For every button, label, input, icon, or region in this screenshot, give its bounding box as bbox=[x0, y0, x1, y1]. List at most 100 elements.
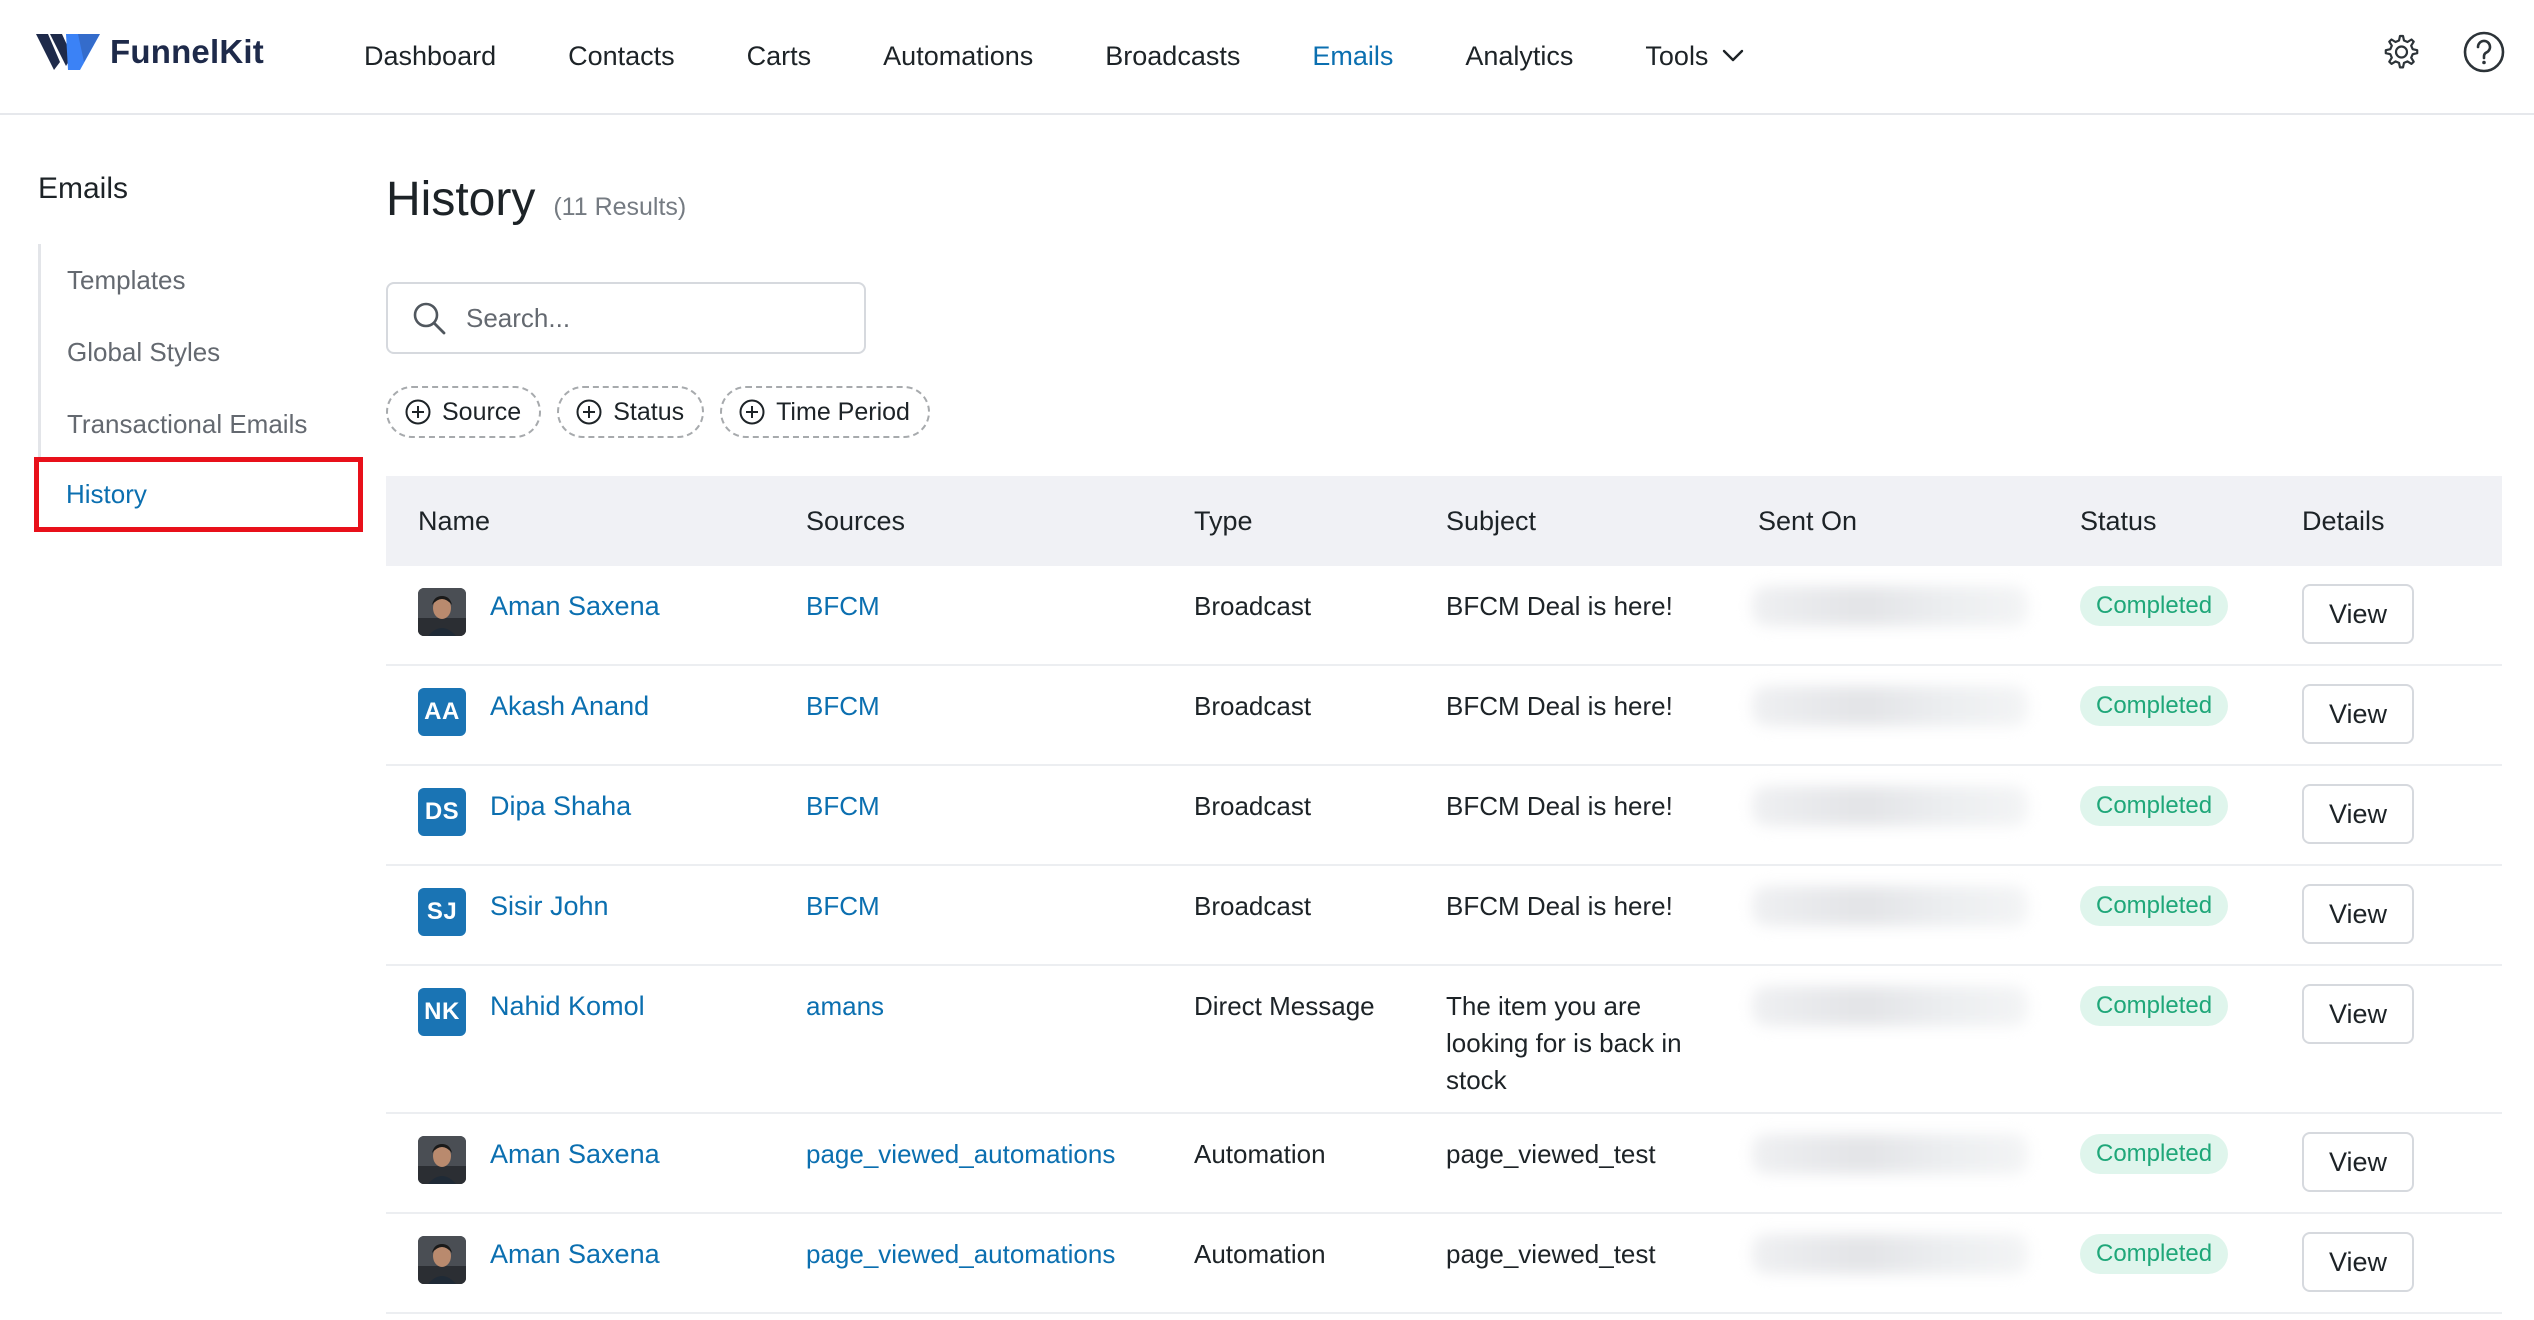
source-link[interactable]: page_viewed_automations bbox=[806, 1214, 1194, 1273]
filter-chips: Source Status Time Period bbox=[386, 386, 930, 438]
table-row: DS Dipa Shaha BFCM Broadcast BFCM Deal i… bbox=[386, 766, 2502, 866]
type-cell: Broadcast bbox=[1194, 591, 1312, 621]
status-badge: Completed bbox=[2080, 586, 2229, 626]
sent-on-redacted bbox=[1752, 686, 2028, 726]
column-header-status[interactable]: Status bbox=[2080, 506, 2302, 537]
status-badge: Completed bbox=[2080, 986, 2229, 1026]
sent-on-redacted bbox=[1752, 886, 2028, 926]
table-row: Aman Saxena page_viewed_automations Auto… bbox=[386, 1214, 2502, 1314]
status-badge: Completed bbox=[2080, 1234, 2229, 1274]
plus-circle-icon bbox=[739, 399, 765, 425]
page-header: History (11 Results) bbox=[386, 172, 686, 227]
filter-source[interactable]: Source bbox=[386, 386, 542, 438]
sent-on-redacted bbox=[1752, 1134, 2028, 1174]
view-details-button[interactable]: View bbox=[2302, 984, 2414, 1044]
avatar: DS bbox=[418, 788, 466, 836]
contact-name-link[interactable]: Akash Anand bbox=[490, 688, 649, 725]
column-header-subject[interactable]: Subject bbox=[1446, 506, 1758, 537]
type-cell: Direct Message bbox=[1194, 991, 1375, 1021]
subject-cell: BFCM Deal is here! bbox=[1446, 891, 1673, 921]
page-title: History bbox=[386, 173, 536, 226]
nav-automations[interactable]: Automations bbox=[883, 41, 1033, 72]
sent-on-redacted bbox=[1752, 1234, 2028, 1274]
search-icon bbox=[413, 302, 446, 335]
contact-name-link[interactable]: Aman Saxena bbox=[490, 1136, 660, 1173]
view-details-button[interactable]: View bbox=[2302, 1232, 2414, 1292]
subject-cell: BFCM Deal is here! bbox=[1446, 591, 1673, 621]
plus-circle-icon bbox=[576, 399, 602, 425]
table-row: NK Nahid Komol amans Direct Message The … bbox=[386, 966, 2502, 1114]
brand-name: FunnelKit bbox=[110, 33, 264, 70]
contact-name-link[interactable]: Nahid Komol bbox=[490, 988, 645, 1025]
sidebar-item-transactional-emails[interactable]: Transactional Emails bbox=[41, 388, 358, 460]
column-header-type[interactable]: Type bbox=[1194, 506, 1446, 537]
contact-name-link[interactable]: Dipa Shaha bbox=[490, 788, 631, 825]
view-details-button[interactable]: View bbox=[2302, 884, 2414, 944]
avatar bbox=[418, 1136, 466, 1184]
table-row: SJ Sisir John BFCM Broadcast BFCM Deal i… bbox=[386, 866, 2502, 966]
subject-cell: page_viewed_test bbox=[1446, 1239, 1656, 1269]
source-link[interactable]: page_viewed_automations bbox=[806, 1114, 1194, 1173]
filter-time-period-label: Time Period bbox=[776, 397, 910, 426]
nav-tools[interactable]: Tools bbox=[1645, 41, 1744, 72]
top-right-icons bbox=[2378, 30, 2506, 74]
view-details-button[interactable]: View bbox=[2302, 684, 2414, 744]
search-input[interactable] bbox=[466, 302, 846, 334]
funnelkit-logo-icon bbox=[36, 34, 100, 70]
nav-broadcasts[interactable]: Broadcasts bbox=[1105, 41, 1240, 72]
top-navigation-bar: FunnelKit Dashboard Contacts Carts Autom… bbox=[0, 0, 2534, 115]
contact-name-link[interactable]: Aman Saxena bbox=[490, 1236, 660, 1273]
nav-emails[interactable]: Emails bbox=[1312, 41, 1393, 72]
status-badge: Completed bbox=[2080, 1134, 2229, 1174]
sent-on-redacted bbox=[1752, 786, 2028, 826]
help-icon[interactable] bbox=[2462, 30, 2506, 74]
sidebar-item-templates[interactable]: Templates bbox=[41, 244, 358, 316]
view-details-button[interactable]: View bbox=[2302, 1132, 2414, 1192]
result-count: (11 Results) bbox=[553, 193, 687, 221]
sent-on-redacted bbox=[1752, 986, 2028, 1026]
view-details-button[interactable]: View bbox=[2302, 584, 2414, 644]
chevron-down-icon bbox=[1723, 49, 1744, 62]
search-box[interactable] bbox=[386, 282, 866, 354]
source-link[interactable]: BFCM bbox=[806, 866, 1194, 925]
view-details-button[interactable]: View bbox=[2302, 784, 2414, 844]
subject-cell: page_viewed_test bbox=[1446, 1139, 1656, 1169]
history-table: Name Sources Type Subject Sent On Status… bbox=[386, 476, 2502, 1314]
type-cell: Broadcast bbox=[1194, 791, 1312, 821]
nav-dashboard[interactable]: Dashboard bbox=[364, 41, 496, 72]
sent-on-redacted bbox=[1752, 586, 2028, 626]
nav-carts[interactable]: Carts bbox=[747, 41, 812, 72]
contact-name-link[interactable]: Sisir John bbox=[490, 888, 609, 925]
column-header-sources[interactable]: Sources bbox=[806, 506, 1194, 537]
column-header-name[interactable]: Name bbox=[386, 506, 806, 537]
column-header-sent-on[interactable]: Sent On bbox=[1758, 506, 2080, 537]
avatar bbox=[418, 1236, 466, 1284]
type-cell: Automation bbox=[1194, 1239, 1326, 1269]
gear-icon[interactable] bbox=[2378, 30, 2422, 74]
type-cell: Broadcast bbox=[1194, 891, 1312, 921]
sidebar-item-global-styles[interactable]: Global Styles bbox=[41, 316, 358, 388]
sidebar-menu: Templates Global Styles Transactional Em… bbox=[38, 244, 358, 458]
table-body: Aman Saxena BFCM Broadcast BFCM Deal is … bbox=[386, 566, 2502, 1314]
source-link[interactable]: BFCM bbox=[806, 666, 1194, 725]
filter-status[interactable]: Status bbox=[557, 386, 705, 438]
sidebar-title: Emails bbox=[38, 172, 129, 205]
status-badge: Completed bbox=[2080, 786, 2229, 826]
table-row: Aman Saxena page_viewed_automations Auto… bbox=[386, 1114, 2502, 1214]
table-row: Aman Saxena BFCM Broadcast BFCM Deal is … bbox=[386, 566, 2502, 666]
main-nav: Dashboard Contacts Carts Automations Bro… bbox=[364, 0, 1816, 112]
source-link[interactable]: amans bbox=[806, 966, 1194, 1025]
avatar: SJ bbox=[418, 888, 466, 936]
sidebar-item-history[interactable]: History bbox=[34, 457, 363, 532]
source-link[interactable]: BFCM bbox=[806, 766, 1194, 825]
filter-source-label: Source bbox=[442, 397, 522, 426]
filter-time-period[interactable]: Time Period bbox=[720, 386, 930, 438]
nav-analytics[interactable]: Analytics bbox=[1465, 41, 1573, 72]
avatar bbox=[418, 588, 466, 636]
nav-contacts[interactable]: Contacts bbox=[568, 41, 675, 72]
contact-name-link[interactable]: Aman Saxena bbox=[490, 588, 660, 625]
table-row: AA Akash Anand BFCM Broadcast BFCM Deal … bbox=[386, 666, 2502, 766]
plus-circle-icon bbox=[405, 399, 431, 425]
source-link[interactable]: BFCM bbox=[806, 566, 1194, 625]
brand-logo[interactable]: FunnelKit bbox=[36, 30, 264, 74]
